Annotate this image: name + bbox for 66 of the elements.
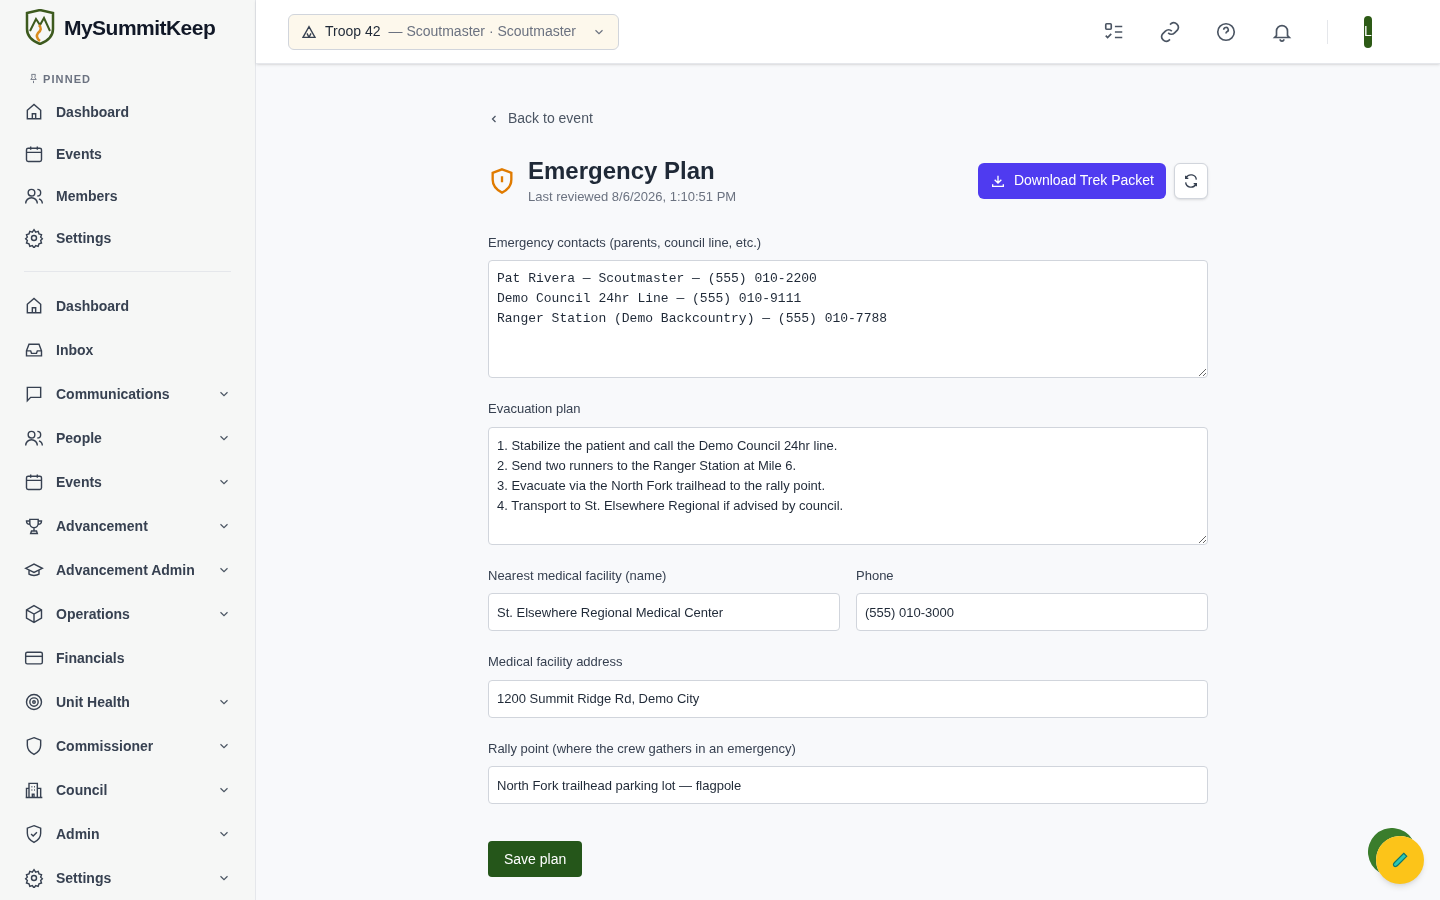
help-icon[interactable] (1215, 20, 1237, 43)
nav-item[interactable]: Members (12, 175, 243, 217)
logo-icon (24, 9, 56, 46)
field-label: Rally point (where the crew gathers in an emergency) (488, 739, 797, 758)
save-button[interactable]: Save plan (488, 841, 583, 877)
test-tube-icon (1391, 851, 1409, 869)
input-field[interactable]: (555) 010-3000 (856, 593, 1208, 631)
calendar-icon (24, 144, 44, 164)
field-label: Nearest medical facility (name) (488, 566, 668, 585)
test-tube-button[interactable] (1376, 836, 1424, 884)
input-field[interactable]: 1200 Summit Ridge Rd, Demo City (488, 679, 1208, 718)
home-icon (24, 296, 44, 316)
target-icon (24, 692, 44, 712)
nav-item[interactable]: Events (12, 460, 243, 504)
field-label: Emergency contacts (parents, council line, etc.) (488, 233, 763, 252)
nav-item[interactable]: Events (12, 133, 243, 175)
nav-item[interactable]: Dashboard (12, 91, 243, 133)
nav-item[interactable]: Dashboard (12, 284, 243, 328)
input-field[interactable]: St. Elsewhere Regional Medical Center (488, 593, 840, 631)
nav-item[interactable]: Advancement Admin (12, 548, 243, 592)
download-button[interactable]: Download Trek Packet (977, 162, 1166, 199)
floating-button[interactable] (1368, 828, 1413, 873)
unit-selector[interactable]: Troop 42 — Scoutmaster · Scoutmaster (288, 13, 620, 50)
shield-check-icon (24, 824, 44, 844)
back-link[interactable]: Back to event (488, 108, 1208, 129)
nav-item[interactable]: People (12, 416, 243, 460)
nav-item[interactable]: Settings (12, 217, 243, 259)
calendar-icon (24, 472, 44, 492)
nav-item[interactable]: Operations (12, 592, 243, 636)
home-icon (24, 102, 44, 122)
shield-icon (24, 736, 44, 756)
chat-icon (24, 384, 44, 404)
refresh-button[interactable] (1174, 162, 1208, 199)
app-name: MySummitKeep (64, 14, 216, 41)
people-icon (24, 428, 44, 448)
people-icon (24, 186, 44, 206)
field-label: Evacuation plan (488, 400, 582, 418)
inbox-icon (24, 340, 44, 360)
pin-icon (28, 73, 39, 85)
nav-item[interactable]: Communications (12, 372, 243, 416)
page-title: Emergency Plan (528, 156, 716, 186)
refresh-icon (1183, 172, 1199, 189)
section-heading: PINNED (43, 71, 92, 87)
text-area[interactable]: 1. Stabilize the patient and call the Demo Council 24hr line. 2. Send two runners to the Ranger Station at Mile 6. 3. Evacuate via the North Fork trailhead to the rally point. 4. Transport to St. Elsewhere Regional if advised by council. (488, 426, 1208, 545)
nav-item[interactable]: Advancement (12, 504, 243, 548)
input-field[interactable]: North Fork trailhead parking lot — flagpole (488, 766, 1208, 804)
nav-item[interactable]: Financials (12, 636, 243, 680)
settings-icon (24, 868, 44, 888)
nav-item[interactable]: Admin (12, 812, 243, 856)
last-reviewed-text: Last reviewed 8/6/2026, 1:10:51 PM (528, 188, 737, 206)
nav-item[interactable]: Inbox (12, 328, 243, 372)
nav-item[interactable]: Council (12, 768, 243, 812)
link-icon[interactable] (1159, 20, 1181, 43)
box-icon (24, 604, 44, 624)
field-label: Phone (856, 566, 895, 585)
tent-icon (301, 23, 317, 40)
nav-item[interactable]: Commissioner (12, 724, 243, 768)
field-label: Medical facility address (488, 653, 624, 671)
avatar[interactable]: L (1364, 15, 1372, 48)
settings-icon (24, 228, 44, 248)
text-area[interactable]: Pat Rivera — Scoutmaster — (555) 010-2200 Demo Council 24hr Line — (555) 010-9111 Ranger Station (Demo Backcountry) — (555) 010-7788 (488, 260, 1208, 378)
trophy-icon (24, 516, 44, 536)
credit-card-icon (24, 648, 44, 668)
nav-item[interactable]: Unit Health (12, 680, 243, 724)
building-icon (24, 780, 44, 800)
nav-item[interactable]: Settings (12, 856, 243, 900)
